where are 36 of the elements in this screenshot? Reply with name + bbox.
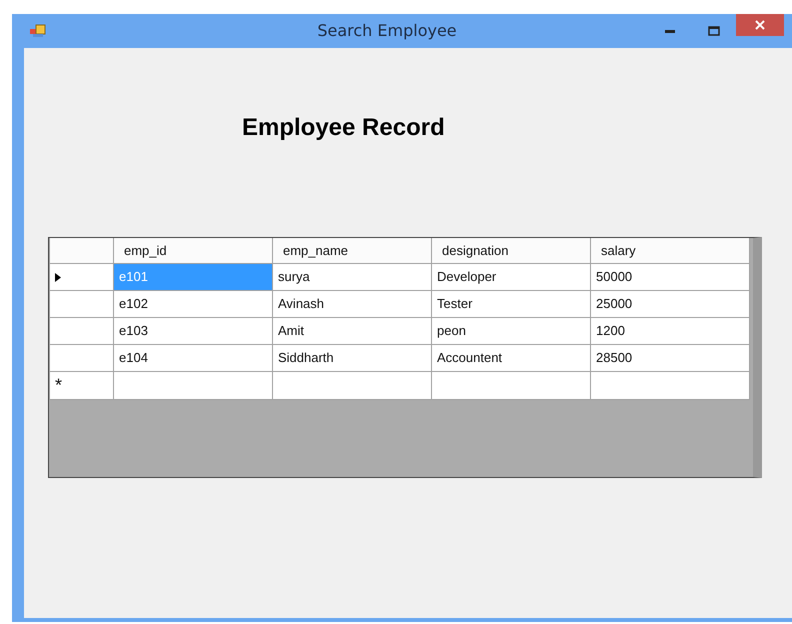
table-cell[interactable]: 25000 — [590, 290, 750, 317]
app-icon — [30, 24, 46, 38]
table-cell[interactable]: Amit — [272, 317, 432, 344]
close-button[interactable] — [736, 14, 784, 36]
row-header[interactable] — [50, 317, 114, 344]
row-header[interactable] — [50, 263, 114, 290]
table-cell[interactable] — [432, 371, 590, 399]
new-row-marker: * — [55, 374, 62, 394]
table-cell[interactable]: e103 — [114, 317, 272, 344]
close-icon — [755, 20, 765, 30]
table-cell[interactable]: surya — [272, 263, 432, 290]
window-title: Search Employee — [316, 20, 458, 42]
table-cell[interactable] — [114, 371, 272, 399]
table-cell[interactable] — [272, 371, 432, 399]
maximize-icon — [708, 26, 720, 36]
table-cell[interactable]: peon — [432, 317, 590, 344]
column-header[interactable]: emp_name — [272, 238, 432, 263]
heading: Employee Record — [242, 113, 446, 143]
table-cell[interactable]: e104 — [114, 344, 272, 371]
table-cell[interactable] — [590, 371, 750, 399]
table-cell[interactable]: Tester — [432, 290, 590, 317]
table-cell[interactable]: 28500 — [590, 344, 750, 371]
column-header[interactable]: designation — [432, 238, 590, 263]
row-header[interactable] — [50, 344, 114, 371]
table-cell[interactable]: 50000 — [590, 263, 750, 290]
table-cell[interactable]: 1200 — [590, 317, 750, 344]
table-cell[interactable]: Developer — [432, 263, 590, 290]
column-header[interactable]: emp_id — [114, 238, 272, 263]
table-cell[interactable]: Avinash — [272, 290, 432, 317]
table-cell[interactable]: e102 — [114, 290, 272, 317]
column-header[interactable]: salary — [590, 238, 750, 263]
table-cell[interactable]: Accountent — [432, 344, 590, 371]
row-header[interactable] — [50, 290, 114, 317]
table-cell[interactable]: Siddharth — [272, 344, 432, 371]
minimize-icon — [665, 29, 675, 33]
current-row-icon — [55, 272, 61, 282]
